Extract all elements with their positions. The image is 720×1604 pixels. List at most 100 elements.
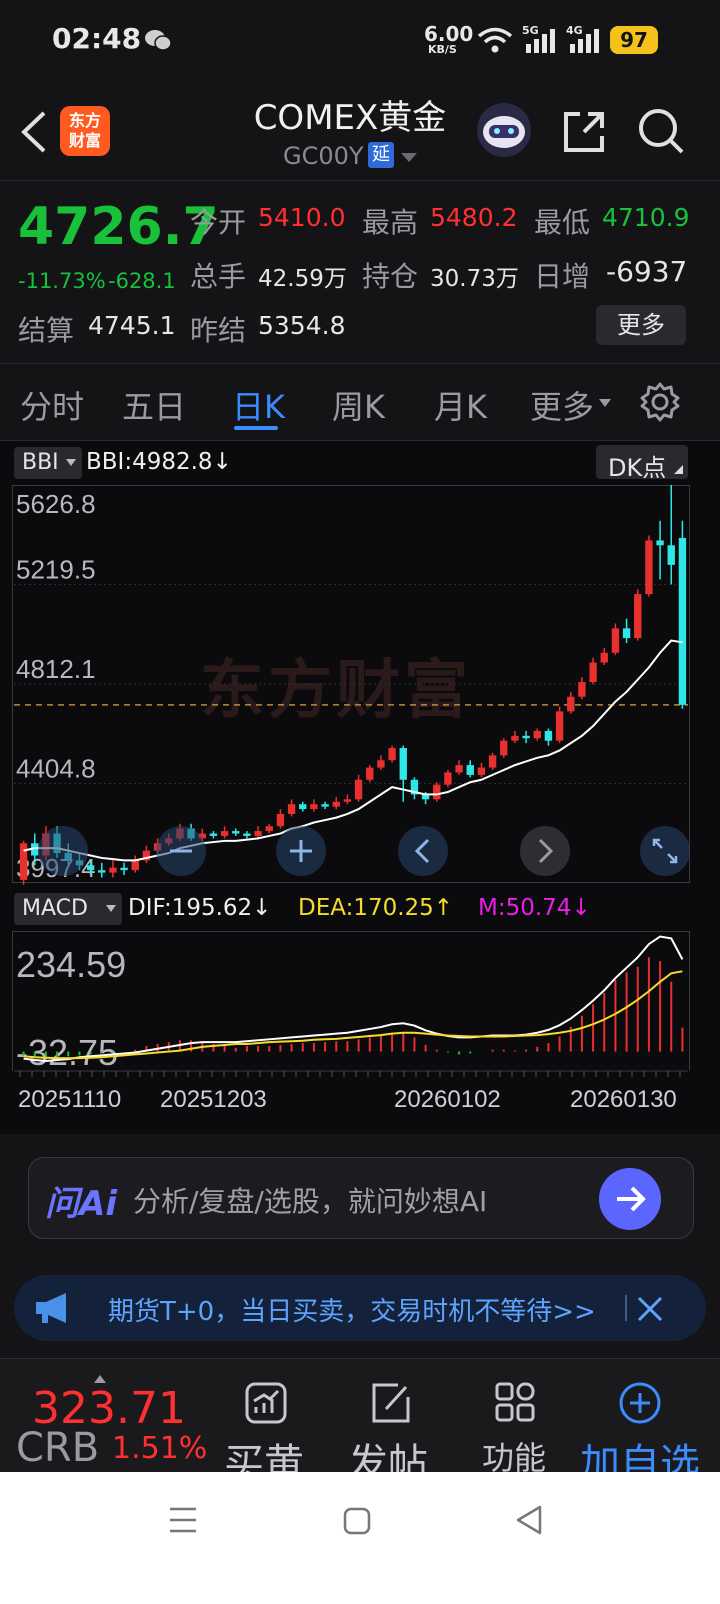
candle-body — [477, 767, 486, 775]
scroll-left-button[interactable] — [398, 826, 448, 876]
grid-icon — [495, 1382, 535, 1422]
menu-icon[interactable] — [168, 1506, 198, 1534]
candle-body — [555, 711, 564, 741]
candle-body — [567, 696, 575, 712]
ai-placeholder[interactable]: 分析/复盘/选股，就问妙想AI — [133, 1180, 487, 1220]
tab-timeshare[interactable]: 分时 — [20, 382, 84, 428]
zoom-in-button[interactable] — [276, 826, 326, 876]
candle-body — [321, 804, 329, 807]
candle-body — [287, 804, 296, 814]
edit-icon — [372, 1383, 410, 1423]
candle-body — [98, 870, 106, 873]
signal-icon-2 — [570, 29, 599, 53]
candle-body — [455, 765, 463, 773]
share-icon[interactable] — [560, 108, 608, 156]
daily-increase-value: -6937 — [606, 255, 688, 288]
wifi-icon — [477, 27, 513, 53]
expand-icon — [652, 838, 678, 864]
candle-body — [444, 772, 452, 785]
app-logo: 东方 财富 — [60, 106, 110, 156]
minus-icon — [170, 849, 192, 853]
scroll-right-button[interactable] — [520, 826, 570, 876]
add-circle-icon — [619, 1382, 661, 1424]
x-tick-label: 20251110 — [18, 1086, 121, 1113]
candle-body — [611, 628, 620, 653]
candle-body — [433, 784, 441, 800]
x-tick-label: 20251203 — [160, 1086, 267, 1113]
arrow-right-icon — [617, 1186, 646, 1212]
add-watchlist-button[interactable]: 加自选 — [578, 1359, 720, 1487]
tab-active-indicator — [234, 426, 278, 430]
instrument-title: COMEX黄金 — [253, 98, 447, 138]
home-icon[interactable] — [342, 1506, 372, 1536]
candle-body — [578, 682, 586, 697]
candle-body — [533, 730, 541, 739]
candle-body — [276, 813, 285, 827]
ai-search-bar[interactable]: 问Ai 分析/复盘/选股，就问妙想AI — [28, 1157, 694, 1239]
open-interest-label: 持仓 — [362, 260, 419, 293]
tab-monthly-k[interactable]: 月K — [434, 382, 487, 428]
chevron-down-icon[interactable] — [400, 152, 418, 164]
clock: 02:48 — [52, 22, 142, 55]
tab-five-day[interactable]: 五日 — [122, 382, 186, 428]
candle-body — [678, 537, 687, 705]
megaphone-icon — [36, 1293, 66, 1323]
back-arrow-icon[interactable] — [18, 110, 48, 154]
top-nav-bar: 东方 财富 COMEX黄金 GC00Y 延 — [0, 80, 720, 181]
chart-prev-fast-button[interactable] — [38, 826, 88, 876]
daily-increase-label: 日增 — [534, 260, 591, 293]
volume-label: 总手 — [190, 260, 247, 293]
volume-value: 42.59万 — [258, 266, 347, 292]
functions-button[interactable]: 功能 — [466, 1359, 566, 1477]
ai-submit-button[interactable] — [599, 1168, 661, 1230]
candle-body — [645, 540, 653, 595]
zoom-out-button[interactable] — [156, 826, 206, 876]
tab-more[interactable]: 更多 — [530, 382, 594, 428]
candle-body — [299, 804, 307, 810]
change-percent: -11.73% — [18, 269, 106, 293]
candle-body — [120, 867, 128, 871]
post-button[interactable]: 发帖 — [336, 1359, 446, 1487]
tab-weekly-k[interactable]: 周K — [332, 382, 385, 428]
quote-panel: 4726.7 -11.73% -628.1 今开 5410.0 最高 5480.… — [0, 181, 720, 364]
period-tabs: 分时 五日 日K 周K 月K 更多 — [0, 364, 720, 441]
candle-body — [343, 799, 352, 802]
chevron-right-icon — [538, 838, 554, 864]
back-icon[interactable] — [514, 1504, 544, 1536]
candle-body — [388, 748, 396, 761]
candle-body — [310, 804, 318, 810]
chevron-left-icon — [414, 838, 430, 864]
y-tick-label: 4404.8 — [16, 753, 96, 783]
ai-robot-icon[interactable] — [476, 102, 532, 158]
promo-banner[interactable]: 期货T+0，当日买卖，交易时机不等待>> — [14, 1275, 706, 1341]
fullscreen-button[interactable] — [640, 826, 690, 876]
open-label: 今开 — [190, 206, 247, 239]
close-icon[interactable] — [636, 1295, 664, 1323]
net-speed-unit: KB/S — [428, 43, 457, 56]
candle-body — [589, 662, 597, 683]
low-label: 最低 — [534, 206, 591, 239]
search-icon[interactable] — [636, 106, 686, 156]
gear-icon[interactable] — [640, 382, 680, 422]
candle-body — [466, 765, 474, 775]
bbi-line — [23, 639, 683, 862]
chart-svg[interactable]: 5626.85219.54812.14404.83997.4234.59-32.… — [0, 441, 720, 1134]
ai-logo: 问Ai — [45, 1184, 117, 1224]
caret-up-icon — [94, 1375, 106, 1383]
y-tick-label: 4812.1 — [16, 654, 96, 684]
more-quote-button[interactable]: 更多 — [596, 305, 686, 345]
high-label: 最高 — [362, 206, 419, 239]
candle-body — [667, 545, 675, 565]
logo-text-top: 东方 — [68, 111, 101, 130]
tab-more-caret-icon — [599, 399, 611, 407]
candle-body — [19, 843, 28, 880]
open-value: 5410.0 — [258, 203, 346, 232]
candle-body — [622, 628, 631, 639]
buy-gold-button[interactable]: 买黄 — [212, 1359, 322, 1487]
battery-indicator: 97 — [610, 26, 658, 54]
y-tick-label: 5219.5 — [16, 554, 96, 584]
macd-y-tick-label: -32.75 — [16, 1032, 118, 1073]
index-change: 1.51% — [112, 1431, 208, 1466]
status-bar: 02:48 6.00 KB/S 5G 4G 97 — [0, 0, 720, 80]
tab-daily-k[interactable]: 日K — [232, 382, 285, 428]
